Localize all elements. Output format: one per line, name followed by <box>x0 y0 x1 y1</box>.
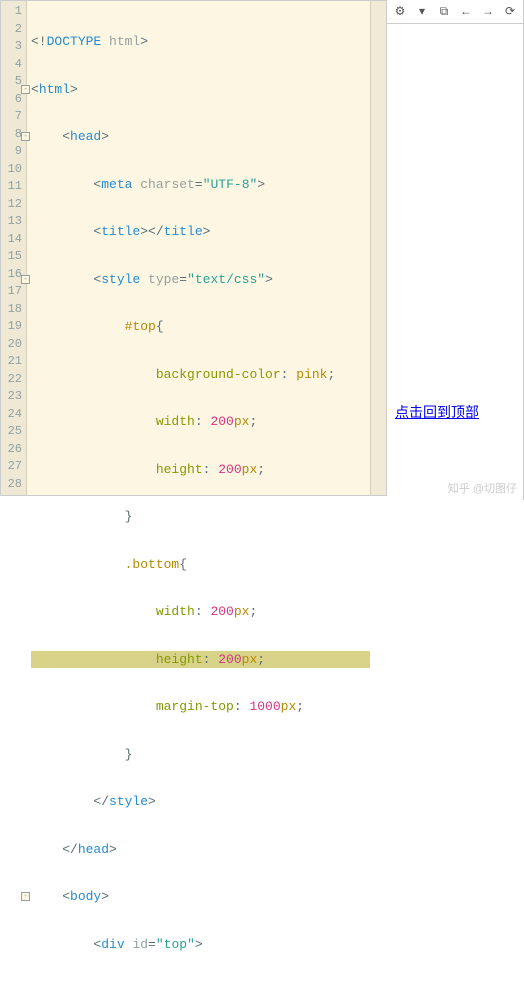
line-number: 9 <box>1 143 26 161</box>
code-line: <title></title> <box>31 223 370 241</box>
dropdown-icon[interactable]: ▾ <box>415 5 429 19</box>
code-line <box>31 983 370 1000</box>
line-number: 17 <box>1 283 26 301</box>
arrow-right-icon[interactable]: → <box>481 5 495 19</box>
code-line: background-color: pink; <box>31 366 370 384</box>
line-number: 3 <box>1 38 26 56</box>
line-number: 4 <box>1 56 26 74</box>
gear-icon[interactable]: ⚙ <box>393 5 407 19</box>
line-number: 23 <box>1 388 26 406</box>
code-line: width: 200px; <box>31 603 370 621</box>
code-line: #top{ <box>31 318 370 336</box>
line-number: 26 <box>1 441 26 459</box>
code-line: </style> <box>31 793 370 811</box>
popout-icon[interactable]: ⧉ <box>437 5 451 19</box>
line-number: 10 <box>1 161 26 179</box>
fold-icon[interactable]: - <box>21 892 30 901</box>
preview-pane: ⚙ ▾ ⧉ ← → ⟳ 点击回到顶部 知乎 @切图仔 <box>387 0 524 500</box>
code-line: - <head> <box>31 128 370 146</box>
code-line: - <style type="text/css"> <box>31 271 370 289</box>
code-line: } <box>31 508 370 526</box>
line-number: 11 <box>1 178 26 196</box>
line-number: 20 <box>1 336 26 354</box>
arrow-left-icon[interactable]: ← <box>459 5 473 19</box>
line-number: 13 <box>1 213 26 231</box>
code-line: - <body> <box>31 888 370 906</box>
line-number-gutter: 1 2 3 4 5 6 7 8 9 10 11 12 13 14 15 16 1… <box>1 1 27 495</box>
code-line: <meta charset="UTF-8"> <box>31 176 370 194</box>
line-number: 1 <box>1 3 26 21</box>
watermark: 知乎 @切图仔 <box>448 480 517 496</box>
fold-icon[interactable]: - <box>21 85 30 94</box>
line-number: 2 <box>1 21 26 39</box>
preview-body[interactable]: 点击回到顶部 知乎 @切图仔 <box>387 24 523 500</box>
code-area[interactable]: <!DOCTYPE html> -<html> - <head> <meta c… <box>27 1 370 495</box>
code-line: margin-top: 1000px; <box>31 698 370 716</box>
line-number: 14 <box>1 231 26 249</box>
code-line: } <box>31 746 370 764</box>
code-editor-pane: 1 2 3 4 5 6 7 8 9 10 11 12 13 14 15 16 1… <box>0 0 387 496</box>
line-number: 25 <box>1 423 26 441</box>
editor-scrollbar[interactable] <box>370 1 386 495</box>
line-number: 24 <box>1 406 26 424</box>
code-line: .bottom{ <box>31 556 370 574</box>
code-line: <!DOCTYPE html> <box>31 33 370 51</box>
code-line-current: height: 200px; <box>31 651 370 669</box>
line-number: 15 <box>1 248 26 266</box>
line-number: 27 <box>1 458 26 476</box>
fold-icon[interactable]: - <box>21 275 30 284</box>
preview-anchor-link[interactable]: 点击回到顶部 <box>395 402 479 422</box>
line-number: 22 <box>1 371 26 389</box>
code-line: <div id="top"> <box>31 936 370 954</box>
code-line: </head> <box>31 841 370 859</box>
line-number: 28 <box>1 476 26 494</box>
code-line: -<html> <box>31 81 370 99</box>
preview-toolbar: ⚙ ▾ ⧉ ← → ⟳ <box>387 0 523 24</box>
line-number: 21 <box>1 353 26 371</box>
line-number: 19 <box>1 318 26 336</box>
fold-icon[interactable]: - <box>21 132 30 141</box>
line-number: 12 <box>1 196 26 214</box>
line-number: 7 <box>1 108 26 126</box>
code-line: width: 200px; <box>31 413 370 431</box>
refresh-icon[interactable]: ⟳ <box>503 5 517 19</box>
code-line: height: 200px; <box>31 461 370 479</box>
line-number: 18 <box>1 301 26 319</box>
